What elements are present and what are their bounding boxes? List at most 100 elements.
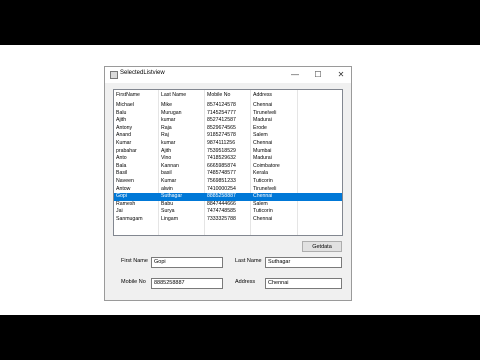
cell-firstname: Antow bbox=[116, 185, 131, 192]
cell-mobile: 8574124578 bbox=[207, 102, 236, 108]
first-name-field[interactable]: Gopi bbox=[151, 257, 223, 268]
cell-firstname: Ramesh bbox=[116, 200, 136, 207]
listview-row[interactable]: Balu Murugan 7145254777 Tirunelveli bbox=[114, 109, 342, 118]
cell-lastname: Murugan bbox=[161, 109, 182, 116]
cell-firstname: Gopi bbox=[116, 193, 127, 200]
cell-firstname: Michael bbox=[116, 102, 134, 108]
app-window: SelectedListview — ☐ ✕ FirstName Last Na… bbox=[104, 66, 352, 301]
cell-address: Salem bbox=[253, 132, 268, 139]
cell-mobile: 8847444666 bbox=[207, 200, 236, 207]
cell-address: Chennai bbox=[253, 140, 273, 146]
listview-row[interactable]: prabahar Ajith 7539518529 Mumbai bbox=[114, 147, 342, 156]
window-title: SelectedListview bbox=[120, 70, 165, 76]
column-header-lastname[interactable]: Last Name bbox=[159, 91, 205, 100]
cell-mobile: 7333325788 bbox=[207, 216, 236, 222]
address-label: Address bbox=[235, 279, 256, 285]
title-bar[interactable]: SelectedListview — ☐ ✕ bbox=[105, 67, 351, 83]
listview-row[interactable]: Basil basil 7485748577 Kerala bbox=[114, 170, 342, 178]
cell-firstname: Ajith bbox=[116, 117, 127, 124]
listview-row[interactable]: Michael Mike 8574124578 Chennai bbox=[114, 102, 342, 110]
listview-row[interactable]: Ramesh Babu 8847444666 Salem bbox=[114, 200, 342, 209]
last-name-field[interactable]: Suthagar bbox=[265, 257, 342, 268]
cell-mobile: 8527412587 bbox=[207, 117, 236, 124]
cell-firstname: Jai bbox=[116, 208, 123, 215]
cell-mobile: 7418529632 bbox=[207, 155, 236, 162]
listview-header: FirstName Last Name Mobile No Address bbox=[114, 91, 342, 100]
listview-row[interactable]: Kumar kumar 9874111256 Chennai bbox=[114, 140, 342, 148]
cell-lastname: Suthagar bbox=[161, 193, 183, 200]
listview-row[interactable]: Bala Kannan 6665985874 Coimbatore bbox=[114, 162, 342, 171]
column-header-firstname[interactable]: FirstName bbox=[114, 91, 160, 100]
cell-lastname: kumar bbox=[161, 140, 176, 146]
cell-mobile: 9185274578 bbox=[207, 132, 236, 139]
cell-mobile: 8885258887 bbox=[207, 193, 236, 200]
cell-address: Tirunelveli bbox=[253, 109, 277, 116]
cell-mobile: 7485748577 bbox=[207, 170, 236, 177]
cell-firstname: Kumar bbox=[116, 140, 132, 146]
listview-row[interactable]: Anand Raj 9185274578 Salem bbox=[114, 132, 342, 140]
cell-firstname: prabahar bbox=[116, 147, 137, 154]
listview-row[interactable]: Antony Raja 8529674565 Erode bbox=[114, 124, 342, 133]
cell-lastname: basil bbox=[161, 170, 172, 177]
cell-address: Mumbai bbox=[253, 147, 272, 154]
cell-mobile: 7410000254 bbox=[207, 185, 236, 192]
cell-lastname: alwin bbox=[161, 185, 173, 192]
maximize-button[interactable]: ☐ bbox=[308, 67, 328, 83]
cell-lastname: Lingam bbox=[161, 216, 179, 222]
cell-mobile: 7474748585 bbox=[207, 208, 236, 215]
cell-lastname: Raj bbox=[161, 132, 169, 139]
getdata-button[interactable]: Getdata bbox=[302, 241, 342, 252]
cell-address: Erode bbox=[253, 124, 267, 131]
cell-lastname: Kumar bbox=[161, 178, 177, 184]
cell-lastname: Mike bbox=[161, 102, 172, 108]
cell-firstname: Anto bbox=[116, 155, 127, 162]
first-name-label: First Name bbox=[121, 258, 148, 264]
cell-lastname: Surya bbox=[161, 208, 175, 215]
column-header-mobile[interactable]: Mobile No bbox=[205, 91, 251, 100]
minimize-button[interactable]: — bbox=[285, 67, 305, 83]
cell-mobile: 7145254777 bbox=[207, 109, 236, 116]
last-name-label: Last Name bbox=[235, 258, 262, 264]
cell-firstname: Naveen bbox=[116, 178, 134, 184]
cell-address: Salem bbox=[253, 200, 268, 207]
listview-row[interactable]: Naveen Kumar 7569851233 Tuticorin bbox=[114, 178, 342, 186]
mobile-label: Mobile No bbox=[121, 279, 146, 285]
cell-address: Chennai bbox=[253, 216, 273, 222]
cell-lastname: Kannan bbox=[161, 162, 179, 169]
cell-address: Madurai bbox=[253, 155, 272, 162]
listview-row[interactable]: Antow alwin 7410000254 Tirunelveli bbox=[114, 185, 342, 194]
cell-firstname: Balu bbox=[116, 109, 127, 116]
cell-lastname: Babu bbox=[161, 200, 174, 207]
cell-mobile: 8529674565 bbox=[207, 124, 236, 131]
close-button[interactable]: ✕ bbox=[331, 67, 351, 83]
column-header-address[interactable]: Address bbox=[251, 91, 299, 100]
listview-row[interactable]: Ajith kumar 8527412587 Madurai bbox=[114, 117, 342, 125]
cell-firstname: Sanmugam bbox=[116, 216, 143, 222]
cell-mobile: 7569851233 bbox=[207, 178, 236, 184]
listview-row[interactable]: Sanmugam Lingam 7333325788 Chennai bbox=[114, 216, 342, 224]
screen-area: SelectedListview — ☐ ✕ FirstName Last Na… bbox=[0, 45, 480, 315]
cell-mobile: 7539518529 bbox=[207, 147, 236, 154]
listview-row[interactable]: Anto Vino 7418529632 Madurai bbox=[114, 155, 342, 163]
listview[interactable]: FirstName Last Name Mobile No Address Mi… bbox=[113, 89, 343, 236]
cell-address: Chennai bbox=[253, 102, 273, 108]
cell-firstname: Basil bbox=[116, 170, 128, 177]
mobile-field[interactable]: 8885258887 bbox=[151, 278, 223, 289]
cell-address: Tuticorin bbox=[253, 178, 273, 184]
cell-firstname: Antony bbox=[116, 124, 133, 131]
cell-mobile: 9874111256 bbox=[207, 140, 236, 146]
cell-address: Tirunelveli bbox=[253, 185, 277, 192]
address-field[interactable]: Chennai bbox=[265, 278, 342, 289]
cell-address: Kerala bbox=[253, 170, 268, 177]
cell-firstname: Bala bbox=[116, 162, 127, 169]
listview-row[interactable]: Gopi Suthagar 8885258887 Chennai bbox=[114, 193, 342, 201]
cell-lastname: kumar bbox=[161, 117, 176, 124]
cell-address: Chennai bbox=[253, 193, 273, 200]
listview-row[interactable]: Jai Surya 7474748585 Tuticorin bbox=[114, 208, 342, 216]
cell-firstname: Anand bbox=[116, 132, 132, 139]
cell-address: Coimbatore bbox=[253, 162, 280, 169]
cell-address: Madurai bbox=[253, 117, 272, 124]
cell-lastname: Raja bbox=[161, 124, 172, 131]
app-icon bbox=[110, 71, 118, 79]
cell-lastname: Ajith bbox=[161, 147, 172, 154]
